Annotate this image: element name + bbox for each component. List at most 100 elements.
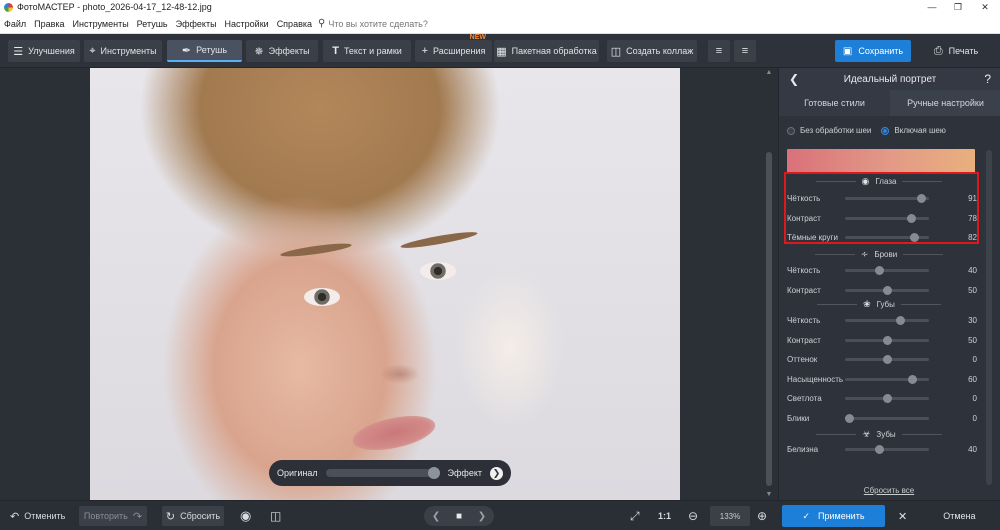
slider-teeth-whiteness[interactable]: Белизна 40 <box>787 443 981 455</box>
slider-thumb[interactable] <box>883 335 892 345</box>
search-icon: ⚲ <box>318 18 326 29</box>
slider-track[interactable] <box>845 315 929 325</box>
slider-lips-gloss[interactable]: Блики 0 <box>787 412 981 424</box>
restore-button[interactable]: ❐ <box>945 0 971 14</box>
slider-brows-contrast[interactable]: Контраст 50 <box>787 284 981 296</box>
menu-search[interactable]: ⚲ <box>318 18 459 29</box>
section-teeth: ☣ Зубы <box>779 427 979 441</box>
slider-lips-lightness[interactable]: Светлота 0 <box>787 392 981 404</box>
scroll-down-icon[interactable]: ▼ <box>764 490 774 500</box>
menu-tools[interactable]: Инструменты <box>69 19 133 29</box>
apply-button[interactable]: ✓ Применить <box>782 505 885 527</box>
history-settings-button[interactable]: ≡ <box>734 40 756 62</box>
portrait-photo[interactable] <box>90 68 680 500</box>
menu-retouch[interactable]: Ретушь <box>133 19 172 29</box>
canvas-scrollbar[interactable]: ▲ ▼ <box>764 68 774 500</box>
skin-tone-strip[interactable] <box>787 149 975 173</box>
before-after-slider[interactable]: Оригинал Эффект ❯ <box>269 460 511 486</box>
reset-all-link[interactable]: Сбросить все <box>779 486 999 495</box>
slider-lips-contrast[interactable]: Контраст 50 <box>787 334 981 346</box>
actual-size-button[interactable]: 1:1 <box>658 506 671 526</box>
highlight-frame <box>784 172 979 244</box>
slider-thumb[interactable] <box>883 354 892 364</box>
zoom-level[interactable]: 133% <box>710 506 750 526</box>
menu-help[interactable]: Справка <box>273 19 316 29</box>
slider-label: Белизна <box>787 444 819 454</box>
section-lips: ❀ Губы <box>779 297 979 311</box>
tab-manual[interactable]: Ручные настройки <box>890 90 1000 116</box>
tooth-icon: ☣ <box>862 428 871 439</box>
tools-button[interactable]: ⌖ Инструменты <box>84 40 162 62</box>
effect-label: Эффект <box>447 468 482 478</box>
slider-track[interactable] <box>845 354 929 364</box>
improvements-button[interactable]: ☰ Улучшения <box>8 40 80 62</box>
help-icon[interactable]: ? <box>984 72 991 86</box>
canvas-area[interactable]: ▲ ▼ Оригинал Эффект ❯ <box>0 68 778 500</box>
back-arrow-icon[interactable]: ❮ <box>789 72 799 86</box>
retouch-label: Ретушь <box>196 45 228 55</box>
panel-scroll-thumb[interactable] <box>986 150 992 485</box>
menu-effects[interactable]: Эффекты <box>172 19 221 29</box>
plus-icon: + <box>421 45 429 57</box>
slider-track[interactable] <box>845 285 929 295</box>
slider-thumb[interactable] <box>874 444 884 454</box>
menu-settings[interactable]: Настройки <box>221 19 273 29</box>
folder-icon[interactable]: ■ <box>456 511 462 522</box>
slider-track[interactable] <box>845 444 929 454</box>
slider-track[interactable] <box>845 413 929 423</box>
next-file-icon[interactable]: ❯ <box>478 511 486 522</box>
slider-lips-clarity[interactable]: Чёткость 30 <box>787 314 981 326</box>
scroll-up-icon[interactable]: ▲ <box>764 68 774 78</box>
reset-button[interactable]: ↻ Сбросить <box>162 506 224 526</box>
slider-brows-clarity[interactable]: Чёткость 40 <box>787 264 981 276</box>
fit-screen-icon[interactable]: ⤢ <box>630 506 640 526</box>
collage-label: Создать коллаж <box>626 46 694 56</box>
slider-track[interactable] <box>845 374 929 384</box>
close-window-button[interactable]: ✕ <box>972 0 998 14</box>
section-lips-label: Губы <box>876 299 895 309</box>
radio-no-neck[interactable]: Без обработки шеи <box>787 126 871 135</box>
preview-eye-icon[interactable]: ◉ <box>240 506 251 526</box>
retouch-button[interactable]: ✒ Ретушь <box>167 40 242 62</box>
slider-thumb[interactable] <box>845 413 855 423</box>
cancel-button[interactable]: ✕ Отмена <box>892 505 994 527</box>
text-frames-button[interactable]: T Текст и рамки <box>323 40 411 62</box>
slider-thumb[interactable] <box>908 374 918 384</box>
cancel-label: Отмена <box>943 511 976 521</box>
compare-track[interactable] <box>325 467 440 479</box>
extensions-button[interactable]: + Расширения NEW <box>415 34 492 62</box>
slider-thumb[interactable] <box>883 285 892 295</box>
arrow-right-icon[interactable]: ❯ <box>490 466 503 480</box>
compare-knob[interactable] <box>427 467 440 479</box>
slider-value: 40 <box>968 444 977 454</box>
slider-thumb[interactable] <box>874 265 884 275</box>
redo-button[interactable]: Повторить ↷ <box>79 506 147 526</box>
collage-button[interactable]: ◫ Создать коллаж <box>607 40 697 62</box>
batch-button[interactable]: ▦ Пакетная обработка <box>494 40 599 62</box>
slider-track[interactable] <box>845 265 929 275</box>
menu-file[interactable]: Файл <box>0 19 30 29</box>
slider-thumb[interactable] <box>883 393 892 403</box>
prev-file-icon[interactable]: ❮ <box>432 511 440 522</box>
menu-edit[interactable]: Правка <box>30 19 68 29</box>
search-input[interactable] <box>328 18 459 29</box>
effects-button[interactable]: ✵ Эффекты <box>246 40 318 62</box>
panel-scrollbar[interactable] <box>985 150 993 485</box>
zoom-out-icon[interactable]: ⊖ <box>688 506 698 526</box>
slider-track[interactable] <box>845 335 929 345</box>
save-button[interactable]: ▣ Сохранить <box>835 40 911 62</box>
slider-lips-tone[interactable]: Оттенок 0 <box>787 353 981 365</box>
minimize-button[interactable]: — <box>919 0 945 14</box>
radio-with-neck[interactable]: Включая шею <box>881 126 946 135</box>
slider-lips-saturation[interactable]: Насыщенность 60 <box>787 373 981 385</box>
zoom-in-icon[interactable]: ⊕ <box>757 506 767 526</box>
tab-presets[interactable]: Готовые стили <box>779 90 890 116</box>
compare-settings-button[interactable]: ≡ <box>708 40 730 62</box>
canvas-scroll-thumb[interactable] <box>766 152 772 486</box>
undo-button[interactable]: ↶ Отменить <box>10 506 65 526</box>
radio-no-neck-label: Без обработки шеи <box>800 126 872 135</box>
compare-split-icon[interactable]: ◫ <box>270 506 281 526</box>
slider-thumb[interactable] <box>895 315 905 325</box>
slider-track[interactable] <box>845 393 929 403</box>
print-button[interactable]: ⎙ Печать <box>918 40 994 62</box>
